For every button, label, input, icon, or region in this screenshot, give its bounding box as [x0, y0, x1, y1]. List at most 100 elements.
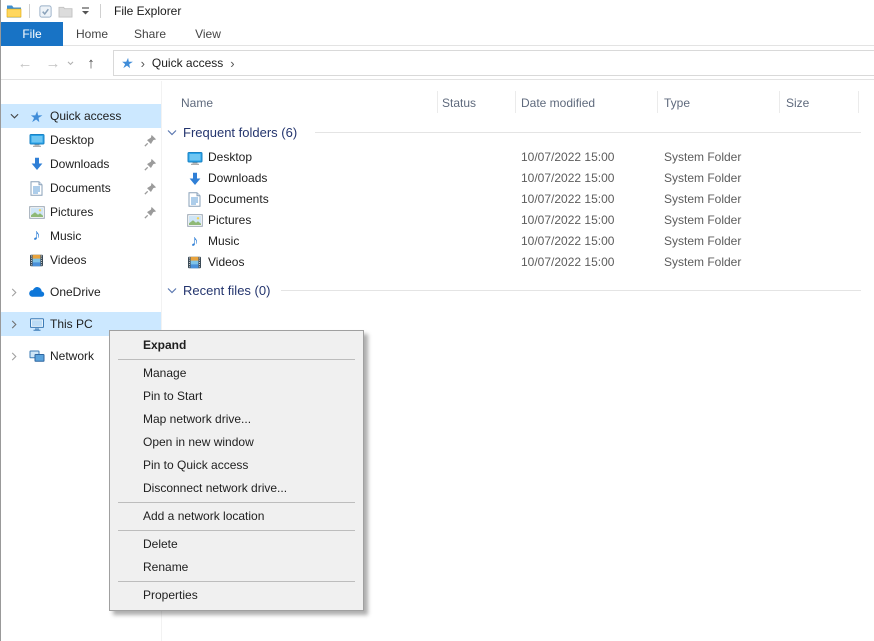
file-date-modified: 10/07/2022 15:00 — [521, 150, 614, 164]
column-header-status[interactable]: Status — [442, 92, 476, 113]
sidebar-item-pictures[interactable]: Pictures — [1, 200, 161, 224]
file-row-pictures[interactable]: Pictures 10/07/2022 15:00 System Folder — [166, 210, 866, 231]
file-date-modified: 10/07/2022 15:00 — [521, 192, 614, 206]
pin-icon — [144, 158, 157, 171]
address-bar[interactable]: ★ › Quick access › — [113, 50, 874, 76]
onedrive-cloud-icon — [28, 284, 45, 301]
chevron-down-icon — [167, 129, 177, 136]
column-divider[interactable] — [515, 91, 516, 113]
sidebar-item-downloads[interactable]: Downloads — [1, 152, 161, 176]
sidebar-item-label: Pictures — [50, 205, 93, 219]
chevron-down-icon[interactable] — [8, 110, 20, 122]
file-row-documents[interactable]: Documents 10/07/2022 15:00 System Folder — [166, 189, 866, 210]
column-divider[interactable] — [437, 91, 438, 113]
file-type: System Folder — [664, 171, 741, 185]
up-button[interactable]: ↑ — [79, 46, 103, 80]
file-row-downloads[interactable]: Downloads 10/07/2022 15:00 System Folder — [166, 168, 866, 189]
sidebar-item-videos[interactable]: Videos — [1, 248, 161, 272]
file-row-desktop[interactable]: Desktop 10/07/2022 15:00 System Folder — [166, 147, 866, 168]
tab-share[interactable]: Share — [121, 22, 179, 46]
menu-item-pin-to-start[interactable]: Pin to Start — [110, 385, 363, 408]
file-type: System Folder — [664, 255, 741, 269]
menu-item-properties[interactable]: Properties — [110, 584, 363, 607]
chevron-right-icon[interactable] — [8, 318, 20, 330]
file-name: Downloads — [208, 171, 267, 185]
menu-item-open-in-new-window[interactable]: Open in new window — [110, 431, 363, 454]
sidebar-item-label: Quick access — [50, 109, 121, 123]
toolbar-separator — [100, 4, 101, 18]
sidebar-item-label: This PC — [50, 317, 93, 331]
file-row-music[interactable]: ♪ Music 10/07/2022 15:00 System Folder — [166, 231, 866, 252]
recent-locations-dropdown[interactable] — [63, 46, 77, 80]
breadcrumb-location[interactable]: Quick access — [152, 56, 223, 70]
tab-home[interactable]: Home — [63, 22, 121, 46]
group-title: Frequent folders (6) — [183, 125, 297, 140]
back-icon: ← — [18, 55, 33, 72]
menu-item-map-network-drive[interactable]: Map network drive... — [110, 408, 363, 431]
file-date-modified: 10/07/2022 15:00 — [521, 255, 614, 269]
chevron-down-icon — [67, 61, 74, 66]
tab-view[interactable]: View — [179, 22, 237, 46]
desktop-icon — [28, 132, 45, 149]
film-strip-icon — [186, 254, 203, 271]
column-header-date-modified[interactable]: Date modified — [521, 92, 595, 113]
file-name: Desktop — [208, 150, 252, 164]
music-note-icon: ♪ — [186, 233, 203, 250]
title-bar: File Explorer — [1, 0, 874, 22]
picture-icon — [186, 212, 203, 229]
menu-item-expand[interactable]: Expand — [110, 334, 363, 357]
group-title: Recent files (0) — [183, 283, 270, 298]
column-header-name[interactable]: Name — [181, 92, 213, 113]
menu-item-manage[interactable]: Manage — [110, 362, 363, 385]
menu-separator — [118, 581, 355, 582]
back-button[interactable]: ← — [13, 46, 37, 80]
forward-button[interactable]: → — [41, 46, 65, 80]
file-type: System Folder — [664, 150, 741, 164]
group-header-frequent-folders[interactable]: Frequent folders (6) — [167, 123, 297, 141]
file-name: Documents — [208, 192, 269, 206]
file-type: System Folder — [664, 192, 741, 206]
download-arrow-icon — [186, 170, 203, 187]
properties-quick-button[interactable] — [35, 2, 55, 20]
sidebar-item-documents[interactable]: Documents — [1, 176, 161, 200]
customize-toolbar-dropdown-icon[interactable] — [75, 2, 95, 20]
new-folder-quick-button[interactable] — [55, 2, 75, 20]
menu-item-pin-to-quick-access[interactable]: Pin to Quick access — [110, 454, 363, 477]
column-divider[interactable] — [657, 91, 658, 113]
menu-item-rename[interactable]: Rename — [110, 556, 363, 579]
group-rule — [281, 290, 861, 291]
sidebar-item-desktop[interactable]: Desktop — [1, 128, 161, 152]
sidebar-item-label: Desktop — [50, 133, 94, 147]
column-header-type[interactable]: Type — [664, 92, 690, 113]
forward-icon: → — [46, 55, 61, 72]
menu-item-delete[interactable]: Delete — [110, 533, 363, 556]
file-row-videos[interactable]: Videos 10/07/2022 15:00 System Folder — [166, 252, 866, 273]
menu-separator — [118, 359, 355, 360]
quick-access-star-icon: ★ — [27, 108, 46, 125]
file-name: Videos — [208, 255, 244, 269]
sidebar-item-music[interactable]: ♪ Music — [1, 224, 161, 248]
computer-monitor-icon — [28, 316, 45, 333]
pin-icon — [144, 206, 157, 219]
sidebar-item-onedrive[interactable]: OneDrive — [1, 280, 161, 304]
up-icon: ↑ — [87, 55, 95, 72]
column-divider[interactable] — [858, 91, 859, 113]
chevron-down-icon — [167, 287, 177, 294]
sidebar-item-quick-access[interactable]: ★ Quick access — [1, 104, 161, 128]
group-header-recent-files[interactable]: Recent files (0) — [167, 281, 270, 299]
breadcrumb-chevron-icon[interactable]: › — [230, 56, 234, 71]
menu-item-disconnect-network-drive[interactable]: Disconnect network drive... — [110, 477, 363, 500]
chevron-right-icon[interactable] — [8, 286, 20, 298]
menu-separator — [118, 530, 355, 531]
sidebar-item-label: OneDrive — [50, 285, 101, 299]
picture-icon — [28, 204, 45, 221]
ribbon-tab-strip: File Home Share View — [1, 22, 874, 46]
sidebar-item-label: Network — [50, 349, 94, 363]
chevron-right-icon[interactable] — [8, 350, 20, 362]
column-divider[interactable] — [779, 91, 780, 113]
tab-file[interactable]: File — [1, 22, 63, 46]
pin-icon — [144, 134, 157, 147]
explorer-folder-icon — [4, 2, 24, 20]
column-header-size[interactable]: Size — [786, 92, 809, 113]
menu-item-add-a-network-location[interactable]: Add a network location — [110, 505, 363, 528]
